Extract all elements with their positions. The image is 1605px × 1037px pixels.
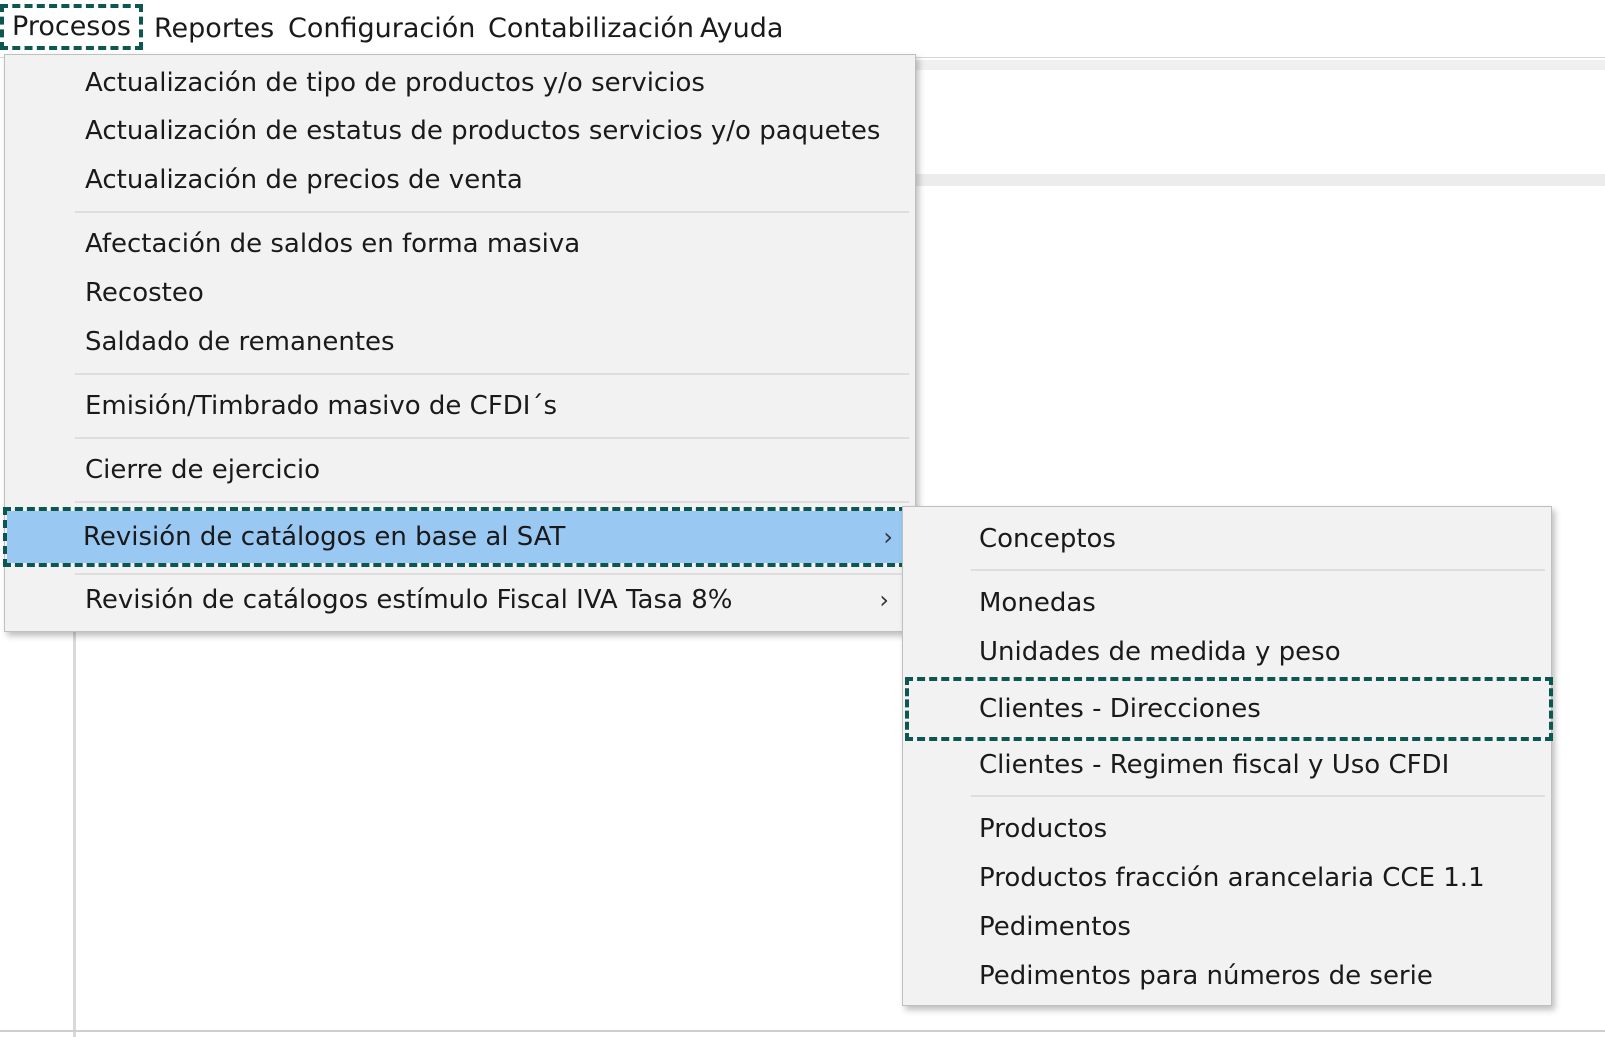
menu-item-label: Emisión/Timbrado masivo de CFDI´s [85,391,558,421]
menu-reportes[interactable]: Reportes [152,10,276,48]
submenu-item-productos[interactable]: Productos [903,805,1551,853]
menu-contabilizacion[interactable]: Contabilización [486,10,696,48]
submenu-arrow-icon: › [879,586,889,614]
procesos-dropdown: Actualización de tipo de productos y/o s… [3,54,916,632]
menu-item-label: Productos [979,814,1108,844]
menu-item-label: Cierre de ejercicio [85,455,321,485]
submenu-item-conceptos[interactable]: Conceptos [903,515,1551,563]
menu-separator [75,437,909,439]
submenu-item-monedas[interactable]: Monedas [903,579,1551,627]
menu-item-label: Recosteo [85,278,204,308]
menu-item-label: Pedimentos [979,912,1131,942]
menu-item-emision-timbrado[interactable]: Emisión/Timbrado masivo de CFDI´s [5,382,915,430]
menu-separator [75,501,909,503]
submenu-item-pedimentos-serie[interactable]: Pedimentos para números de serie [903,952,1551,1000]
menu-ayuda[interactable]: Ayuda [698,10,785,48]
menu-configuracion[interactable]: Configuración [286,10,477,48]
menu-item-label: Clientes - Direcciones [979,694,1261,724]
menu-item-afectacion-saldos[interactable]: Afectación de saldos en forma masiva [5,220,915,268]
submenu-item-pedimentos[interactable]: Pedimentos [903,903,1551,951]
menu-item-label: Productos fracción arancelaria CCE 1.1 [979,863,1485,893]
menu-item-actualizacion-precios[interactable]: Actualización de precios de venta [5,156,915,204]
menu-procesos[interactable]: Procesos [0,4,143,50]
submenu-item-clientes-regimen[interactable]: Clientes - Regimen fiscal y Uso CFDI [903,741,1551,789]
menu-bar: Procesos Reportes Configuración Contabil… [0,0,1605,58]
menu-item-actualizacion-tipo[interactable]: Actualización de tipo de productos y/o s… [5,59,915,107]
background-divider [915,174,1605,186]
menu-item-revision-catalogos-sat[interactable]: Revisión de catálogos en base al SAT › [3,507,907,567]
menu-item-label: Afectación de saldos en forma masiva [85,229,581,259]
background-toolbar-strip [915,60,1605,70]
menu-item-label: Clientes - Regimen fiscal y Uso CFDI [979,750,1450,780]
menu-item-cierre-ejercicio[interactable]: Cierre de ejercicio [5,446,915,494]
menu-item-recosteo[interactable]: Recosteo [5,269,915,317]
menu-item-saldado-remanentes[interactable]: Saldado de remanentes [5,318,915,366]
menu-item-label: Actualización de precios de venta [85,165,523,195]
submenu-item-unidades-medida[interactable]: Unidades de medida y peso [903,628,1551,676]
menu-item-label: Pedimentos para números de serie [979,961,1433,991]
menu-item-label: Conceptos [979,524,1116,554]
background-bottom-edge [0,1030,1605,1032]
menu-item-label: Actualización de tipo de productos y/o s… [85,68,705,98]
menu-item-label: Monedas [979,588,1096,618]
menu-item-label: Saldado de remanentes [85,327,395,357]
menu-item-revision-estimulo-fiscal[interactable]: Revisión de catálogos estímulo Fiscal IV… [5,576,915,624]
menu-item-actualizacion-estatus[interactable]: Actualización de estatus de productos se… [5,107,915,155]
menu-item-label: Revisión de catálogos estímulo Fiscal IV… [85,585,733,615]
background-panel-border [73,630,76,1037]
menu-item-label: Unidades de medida y peso [979,637,1341,667]
menu-item-label: Actualización de estatus de productos se… [85,116,881,146]
menu-item-label: Revisión de catálogos en base al SAT [83,522,566,552]
menu-separator [75,573,909,575]
menu-separator [971,795,1545,797]
menu-separator [971,569,1545,571]
menu-separator [75,373,909,375]
submenu-item-productos-fraccion[interactable]: Productos fracción arancelaria CCE 1.1 [903,854,1551,902]
menu-separator [75,211,909,213]
submenu-item-clientes-direcciones[interactable]: Clientes - Direcciones [905,677,1553,741]
sat-catalogos-submenu: Conceptos Monedas Unidades de medida y p… [902,506,1553,1006]
submenu-arrow-icon: › [883,523,893,551]
